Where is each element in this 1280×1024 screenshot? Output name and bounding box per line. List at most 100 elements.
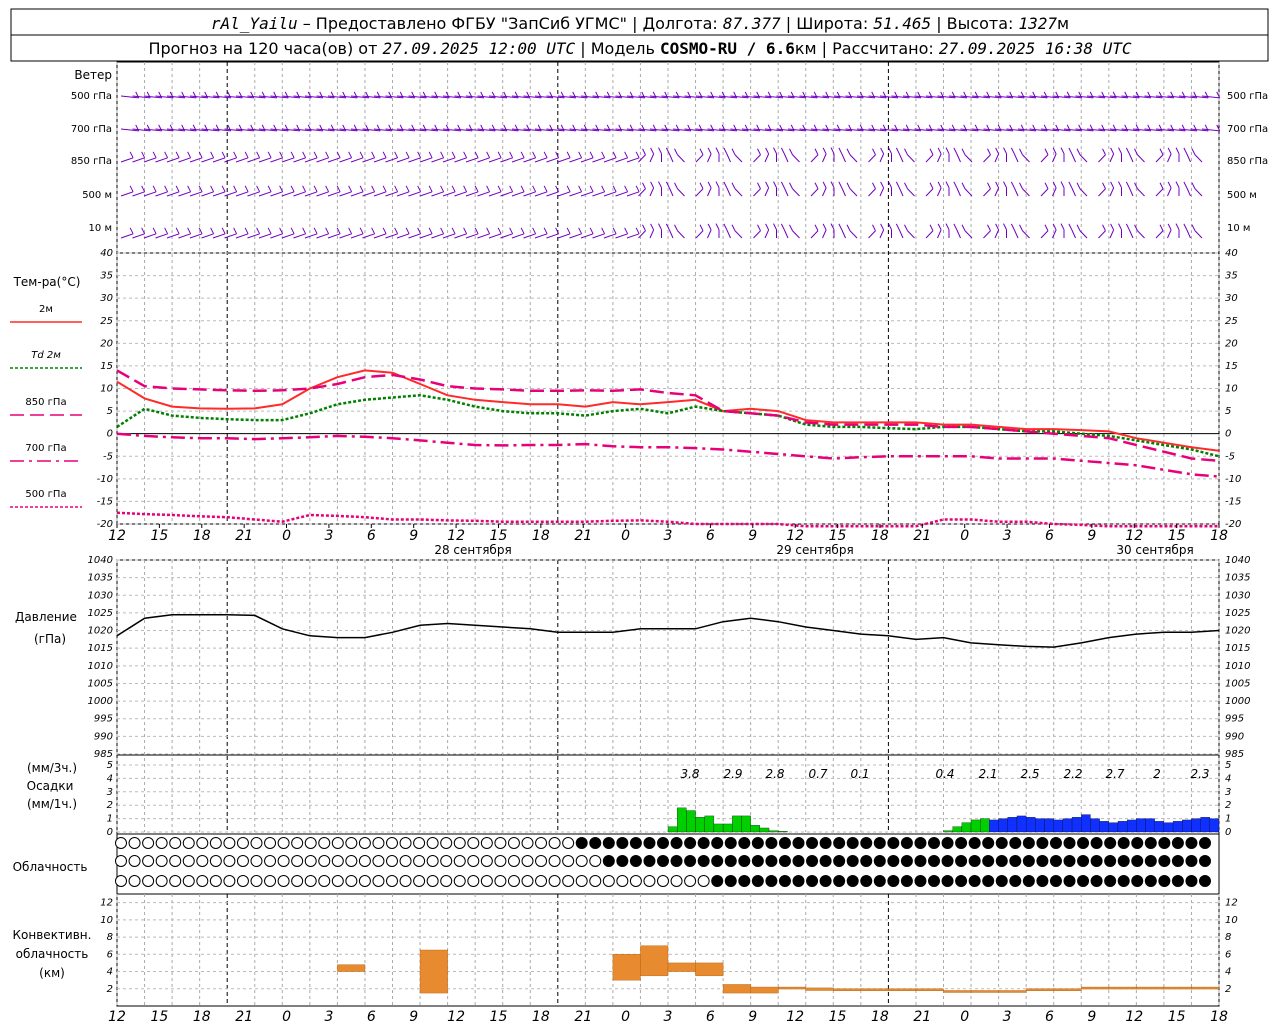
precip-tick-label-right: 1: [1225, 814, 1231, 825]
wind-barb: [1128, 229, 1134, 239]
wind-barb: [603, 191, 617, 197]
cloud-cover-circle: [386, 855, 398, 867]
hour-label-bottom: 18: [193, 1009, 211, 1024]
wind-barb: [626, 157, 640, 163]
wind-barb-flag: [451, 151, 456, 159]
longitude: 87.377: [723, 14, 781, 33]
precip-total-label: 2.9: [723, 767, 742, 781]
wind-barb-flag: [1183, 147, 1188, 155]
hour-label-bottom: 18: [871, 1009, 889, 1024]
wind-barb-flag: [497, 185, 502, 193]
wind-barb: [615, 157, 628, 163]
cloud-cover-circle: [914, 875, 927, 887]
cloud-cover-circle: [413, 875, 426, 887]
cloud-cover-circle: [819, 855, 832, 867]
precip-bar: [704, 815, 715, 833]
wind-barb: [557, 233, 571, 239]
wind-barb: [1128, 187, 1134, 197]
cloud-cover-circle: [1158, 855, 1171, 867]
wind-barb: [316, 233, 329, 239]
hour-label: 9: [748, 528, 757, 544]
cloud-cover-circle: [711, 837, 724, 849]
wind-barb-flag: [953, 147, 958, 155]
cloud-cover-circle: [182, 875, 195, 887]
wind-barb: [638, 188, 646, 197]
wind-barb: [753, 230, 761, 239]
wind-barb: [396, 191, 410, 197]
wind-barb: [868, 188, 876, 197]
precip-tick-label-right: 3: [1225, 787, 1231, 798]
wind-barb: [465, 157, 479, 163]
hour-label: 12: [447, 528, 465, 544]
wind-barb-flag: [302, 185, 307, 193]
temp-tick-label: 15: [100, 361, 113, 372]
cloud-cover-circle: [236, 855, 249, 867]
precip-bar: [741, 815, 751, 833]
cloud-cover-circle: [765, 837, 778, 849]
convective-bar: [337, 964, 366, 972]
cloud-cover-circle: [860, 855, 873, 867]
wind-barb: [925, 230, 934, 239]
wind-barb-flag: [520, 151, 525, 159]
wind-barb: [408, 191, 421, 197]
cloud-cover-circle: [1185, 855, 1198, 867]
wind-barb-flag: [520, 227, 525, 235]
wind-barb: [258, 233, 272, 239]
cloud-cover-circle: [995, 837, 1008, 849]
cloud-cover-circle: [684, 855, 697, 867]
wind-barb: [841, 229, 846, 239]
cloud-cover-circle: [1063, 875, 1076, 887]
cloud-cover-circle: [507, 837, 520, 849]
wind-barb-flag: [872, 148, 876, 155]
wind-barb: [385, 233, 398, 239]
wind-barb: [615, 233, 628, 239]
cloud-cover-circle: [155, 875, 168, 887]
wind-barb-flag: [624, 151, 629, 159]
wind-barb-flag: [1019, 224, 1023, 231]
wind-barb-flag: [175, 227, 180, 235]
wind-barb-flag: [880, 181, 885, 189]
cloud-cover-circle: [548, 875, 561, 887]
wind-barb-flag: [1010, 181, 1015, 189]
wind-barb-flag: [1183, 223, 1188, 231]
wind-barb-flag: [642, 224, 646, 231]
wind-barb-flag: [765, 147, 770, 155]
temp-tick-label-right: 10: [1225, 384, 1238, 395]
wind-barb-flag: [929, 224, 934, 231]
convective-bar: [833, 988, 862, 991]
cloud-cover-circle: [806, 855, 819, 867]
wind-barb: [350, 191, 364, 197]
cloud-cover-circle: [1077, 837, 1090, 849]
wind-barb-flag: [382, 227, 387, 235]
cloud-cover-circle: [250, 875, 263, 887]
wind-barb-flag: [1060, 223, 1065, 230]
precip-total-label: 2.2: [1063, 767, 1082, 781]
wind-barb-flag: [520, 185, 525, 193]
cloud-cover-circle: [277, 875, 290, 887]
wind-barb-flag: [267, 185, 272, 193]
wind-barb: [569, 233, 582, 239]
pressure-unit: (гПа): [34, 632, 66, 646]
wind-barb-flag: [532, 185, 537, 193]
wind-barb-flag: [382, 151, 387, 159]
wind-barb: [1167, 229, 1172, 239]
wind-barb: [339, 191, 352, 197]
cloud-cover-circle: [616, 875, 629, 887]
precip-tick-label-right: 4: [1225, 773, 1231, 784]
cloud-cover-circle: [765, 875, 778, 887]
wind-barb-flag: [635, 151, 640, 159]
wind-barb: [983, 230, 991, 239]
wind-level-labels: 500 гПа 700 гПа 850 гПа 500 м 10 м 500 г…: [71, 91, 1268, 234]
cloud-cover-circle: [345, 875, 358, 887]
wind-barb: [649, 229, 655, 239]
cloud-cover-circle: [277, 855, 290, 867]
convective-bar: [1163, 986, 1192, 990]
cloud-cover-circle: [426, 875, 439, 887]
cloud-cover-circle: [629, 855, 642, 867]
cloud-cover-circle: [264, 855, 277, 867]
wind-barb: [937, 229, 942, 239]
conv-tick-label: 8: [107, 932, 113, 943]
wind-barb-flag: [566, 227, 571, 235]
conv-title-2: облачность: [16, 947, 89, 961]
hour-label: 18: [193, 528, 211, 544]
